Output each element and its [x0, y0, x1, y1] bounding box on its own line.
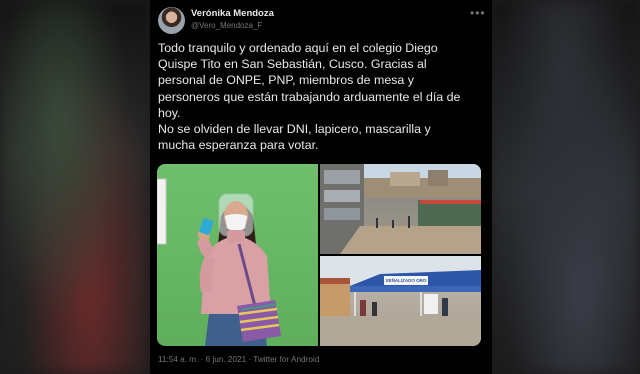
tweet-line: personeros que están trabajando arduamen…: [158, 89, 461, 104]
tweet-line: hoy.: [158, 105, 181, 120]
blurred-background-right: [490, 0, 640, 374]
tweet-line: Todo tranquilo y ordenado aquí en el col…: [158, 41, 438, 55]
tweet-line: No se olviden de llevar DNI, lapicero, m…: [158, 122, 431, 137]
tweet-line: personal de ONPE, PNP, miembros de mesa …: [158, 73, 414, 88]
author-name[interactable]: Verónika Mendoza: [191, 8, 274, 19]
tweet-text: Todo tranquilo y ordenado aquí en el col…: [158, 40, 484, 153]
tweet-line: mucha esperanza para votar.: [158, 138, 319, 153]
blurred-background-left: [0, 0, 150, 374]
photo-woman-illustration: [157, 178, 281, 346]
more-horizontal-icon[interactable]: •••: [470, 6, 486, 20]
photo-school-courtyard[interactable]: [320, 164, 481, 254]
tweet-timestamp[interactable]: 11:54 a. m. · 6 jun. 2021 · Twitter for …: [158, 355, 319, 364]
photo-banner-text: SEÑALIZADO ORO: [385, 278, 427, 283]
photo-courtyard-illustration: [320, 164, 481, 254]
tweet-line: Quispe Tito en San Sebastián, Cusco. Gra…: [158, 57, 427, 72]
author-handle[interactable]: @Vero_Mendoza_F: [191, 21, 262, 30]
photo-woman-with-dni[interactable]: [157, 164, 318, 346]
photo-voting-tent[interactable]: SEÑALIZADO ORO: [320, 256, 481, 346]
photo-tent-illustration: [320, 256, 481, 346]
tweet-media-grid: SEÑALIZADO ORO: [157, 164, 481, 346]
tweet-card: Verónika Mendoza @Vero_Mendoza_F ••• Tod…: [150, 0, 492, 374]
author-avatar[interactable]: [158, 7, 185, 34]
